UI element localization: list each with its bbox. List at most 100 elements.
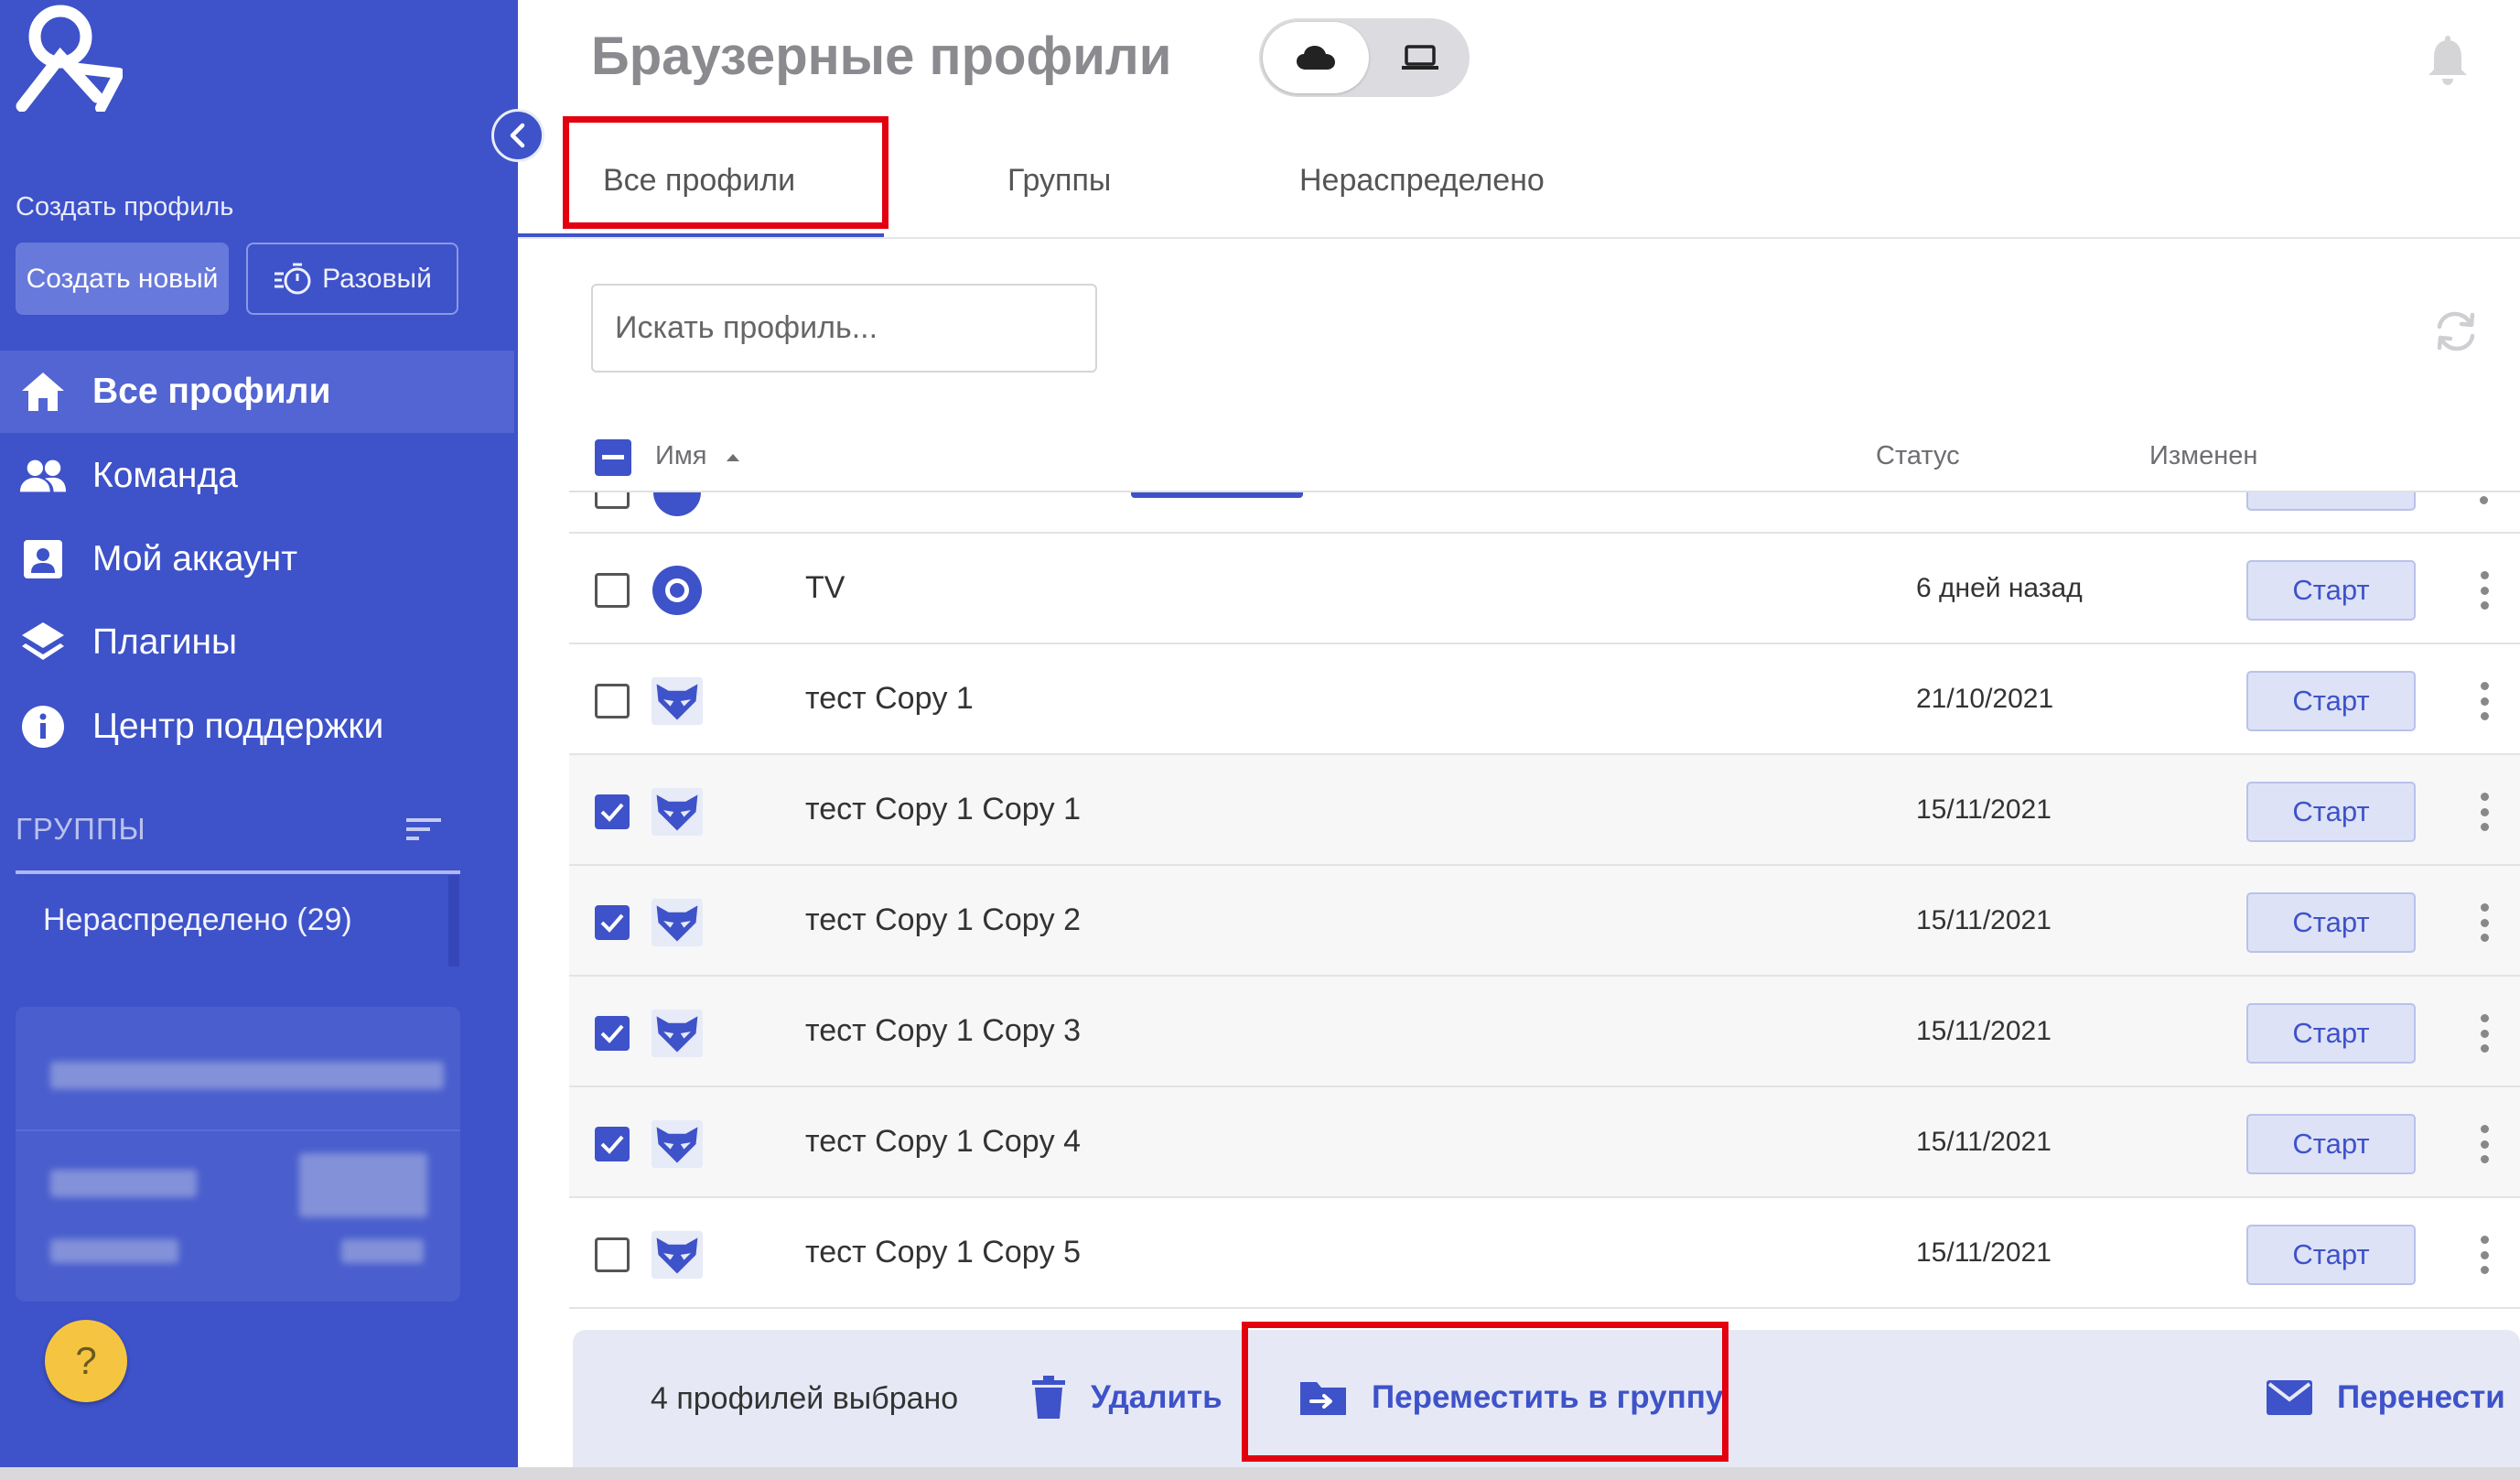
- row-checkbox[interactable]: [595, 1016, 630, 1051]
- modified-date: 6 дней назад: [1916, 573, 2083, 603]
- fox-icon: [652, 786, 703, 837]
- profile-name[interactable]: TV: [805, 570, 845, 606]
- start-button[interactable]: Старт: [2246, 1003, 2416, 1064]
- column-name-label: Имя: [655, 441, 707, 470]
- nav-plugins[interactable]: Плагины: [0, 601, 514, 684]
- start-button[interactable]: Старт: [2246, 560, 2416, 621]
- start-button[interactable]: Старт: [2246, 1114, 2416, 1174]
- move-to-group-button[interactable]: Переместить в группу: [1298, 1372, 1723, 1423]
- collapse-sidebar-button[interactable]: [491, 109, 544, 162]
- table-row[interactable]: тест Copy 1 Copy 4 15/11/2021 Старт: [569, 1087, 2520, 1198]
- profile-name[interactable]: тест Copy 1 Copy 3: [805, 1013, 1081, 1049]
- more-icon[interactable]: [2471, 677, 2498, 725]
- team-icon: [18, 451, 68, 501]
- nav-team[interactable]: Команда: [0, 435, 514, 517]
- select-all-checkbox[interactable]: [595, 439, 631, 476]
- chevron-left-icon: [510, 123, 525, 148]
- row-checkbox[interactable]: [595, 1127, 630, 1161]
- profile-name[interactable]: тест Copy 1 Copy 4: [805, 1124, 1081, 1160]
- groups-scrollbar[interactable]: [448, 875, 459, 967]
- info-icon: [18, 702, 68, 751]
- profile-name[interactable]: тест Copy 1 Copy 2: [805, 902, 1081, 938]
- search-input[interactable]: [591, 284, 1097, 373]
- start-button[interactable]: Старт: [2246, 782, 2416, 842]
- table-row[interactable]: тест Copy 1 21/10/2021 Старт: [569, 644, 2520, 755]
- circle-browser-icon: [653, 492, 701, 516]
- more-icon[interactable]: [2471, 1231, 2498, 1279]
- profile-name[interactable]: тест Copy 1: [805, 681, 974, 717]
- transfer-button[interactable]: Перенести: [2266, 1372, 2505, 1423]
- delete-button[interactable]: Удалить: [1030, 1372, 1222, 1423]
- modified-date: 15/11/2021: [1916, 794, 2052, 825]
- nav-all-profiles[interactable]: Все профили: [0, 351, 514, 433]
- blurred-profiles-value: [341, 1239, 424, 1263]
- more-icon[interactable]: [2471, 899, 2498, 946]
- column-name-header[interactable]: Имя: [655, 441, 742, 471]
- row-checkbox[interactable]: [595, 573, 630, 608]
- table-row-partial: [569, 492, 2520, 534]
- delete-label: Удалить: [1091, 1379, 1222, 1415]
- create-new-button[interactable]: Создать новый: [16, 243, 229, 315]
- tab-groups[interactable]: Группы: [1007, 163, 1111, 199]
- table-row[interactable]: тест Copy 1 Copy 1 15/11/2021 Старт: [569, 755, 2520, 866]
- blurred-email: [50, 1062, 444, 1089]
- laptop-icon: [1402, 45, 1438, 70]
- help-button[interactable]: ?: [45, 1320, 127, 1402]
- row-checkbox[interactable]: [595, 794, 630, 829]
- row-checkbox[interactable]: [595, 1237, 630, 1272]
- check-icon: [600, 803, 624, 822]
- nav-my-account[interactable]: Мой аккаунт: [0, 518, 514, 600]
- nav-label: Мой аккаунт: [92, 539, 298, 578]
- bell-icon[interactable]: [2425, 35, 2471, 86]
- more-icon[interactable]: [2471, 788, 2498, 836]
- start-button[interactable]: Старт: [2246, 671, 2416, 731]
- refresh-icon[interactable]: [2430, 306, 2482, 357]
- sidebar: Создать профиль Создать новый Разовый Вс…: [0, 0, 518, 1467]
- modified-date: 21/10/2021: [1916, 684, 2054, 714]
- profiles-table-body: TV 6 дней назад Старт тест Copy 1 21/10/…: [569, 534, 2520, 1309]
- more-icon[interactable]: [2471, 1120, 2498, 1168]
- check-icon: [600, 1024, 624, 1043]
- app-logo: [16, 5, 123, 112]
- home-icon: [18, 367, 68, 416]
- table-row[interactable]: тест Copy 1 Copy 2 15/11/2021 Старт: [569, 866, 2520, 977]
- table-row[interactable]: TV 6 дней назад Старт: [569, 534, 2520, 644]
- local-mode-button[interactable]: [1374, 22, 1466, 93]
- account-info-card: [16, 1007, 460, 1302]
- cloud-mode-button[interactable]: [1263, 22, 1369, 93]
- table-row[interactable]: тест Copy 1 Copy 5 15/11/2021 Старт: [569, 1198, 2520, 1309]
- tab-all-profiles[interactable]: Все профили: [603, 163, 795, 199]
- table-row[interactable]: тест Copy 1 Copy 3 15/11/2021 Старт: [569, 977, 2520, 1087]
- one-time-profile-button[interactable]: Разовый: [246, 243, 458, 315]
- column-status-header[interactable]: Статус: [1876, 441, 1960, 471]
- fox-icon: [652, 1008, 703, 1059]
- groups-heading: ГРУППЫ: [16, 812, 146, 846]
- envelope-icon: [2267, 1380, 2312, 1415]
- window-bottom-edge: [0, 1467, 2520, 1480]
- column-modified-header[interactable]: Изменен: [2149, 441, 2257, 471]
- start-button[interactable]: Старт: [2246, 892, 2416, 953]
- row-checkbox[interactable]: [595, 684, 630, 718]
- profile-name[interactable]: тест Copy 1 Copy 5: [805, 1235, 1081, 1270]
- group-unassigned[interactable]: Нераспределено (29): [43, 902, 352, 938]
- tab-unassigned[interactable]: Нераспределено: [1299, 163, 1545, 199]
- start-button[interactable]: Старт: [2246, 1225, 2416, 1285]
- profile-name[interactable]: тест Copy 1 Copy 1: [805, 792, 1081, 827]
- more-icon[interactable]: [2471, 1010, 2498, 1057]
- nav-label: Команда: [92, 456, 238, 495]
- trash-icon: [1032, 1376, 1065, 1419]
- more-icon[interactable]: [2480, 496, 2488, 504]
- card-divider: [16, 1129, 460, 1131]
- blurred-profiles-label: [50, 1239, 178, 1263]
- start-button[interactable]: [2246, 492, 2416, 511]
- row-checkbox[interactable]: [595, 905, 630, 940]
- fox-icon: [652, 675, 703, 727]
- modified-date: 15/11/2021: [1916, 1127, 2052, 1157]
- sort-asc-icon: [726, 454, 739, 462]
- more-icon[interactable]: [2471, 567, 2498, 614]
- bulk-action-bar: 4 профилей выбрано Удалить Переместить в…: [573, 1330, 2520, 1467]
- row-checkbox[interactable]: [595, 492, 630, 509]
- sort-icon[interactable]: [403, 811, 447, 848]
- nav-support-center[interactable]: Центр поддержки: [0, 686, 514, 768]
- fox-icon: [652, 897, 703, 948]
